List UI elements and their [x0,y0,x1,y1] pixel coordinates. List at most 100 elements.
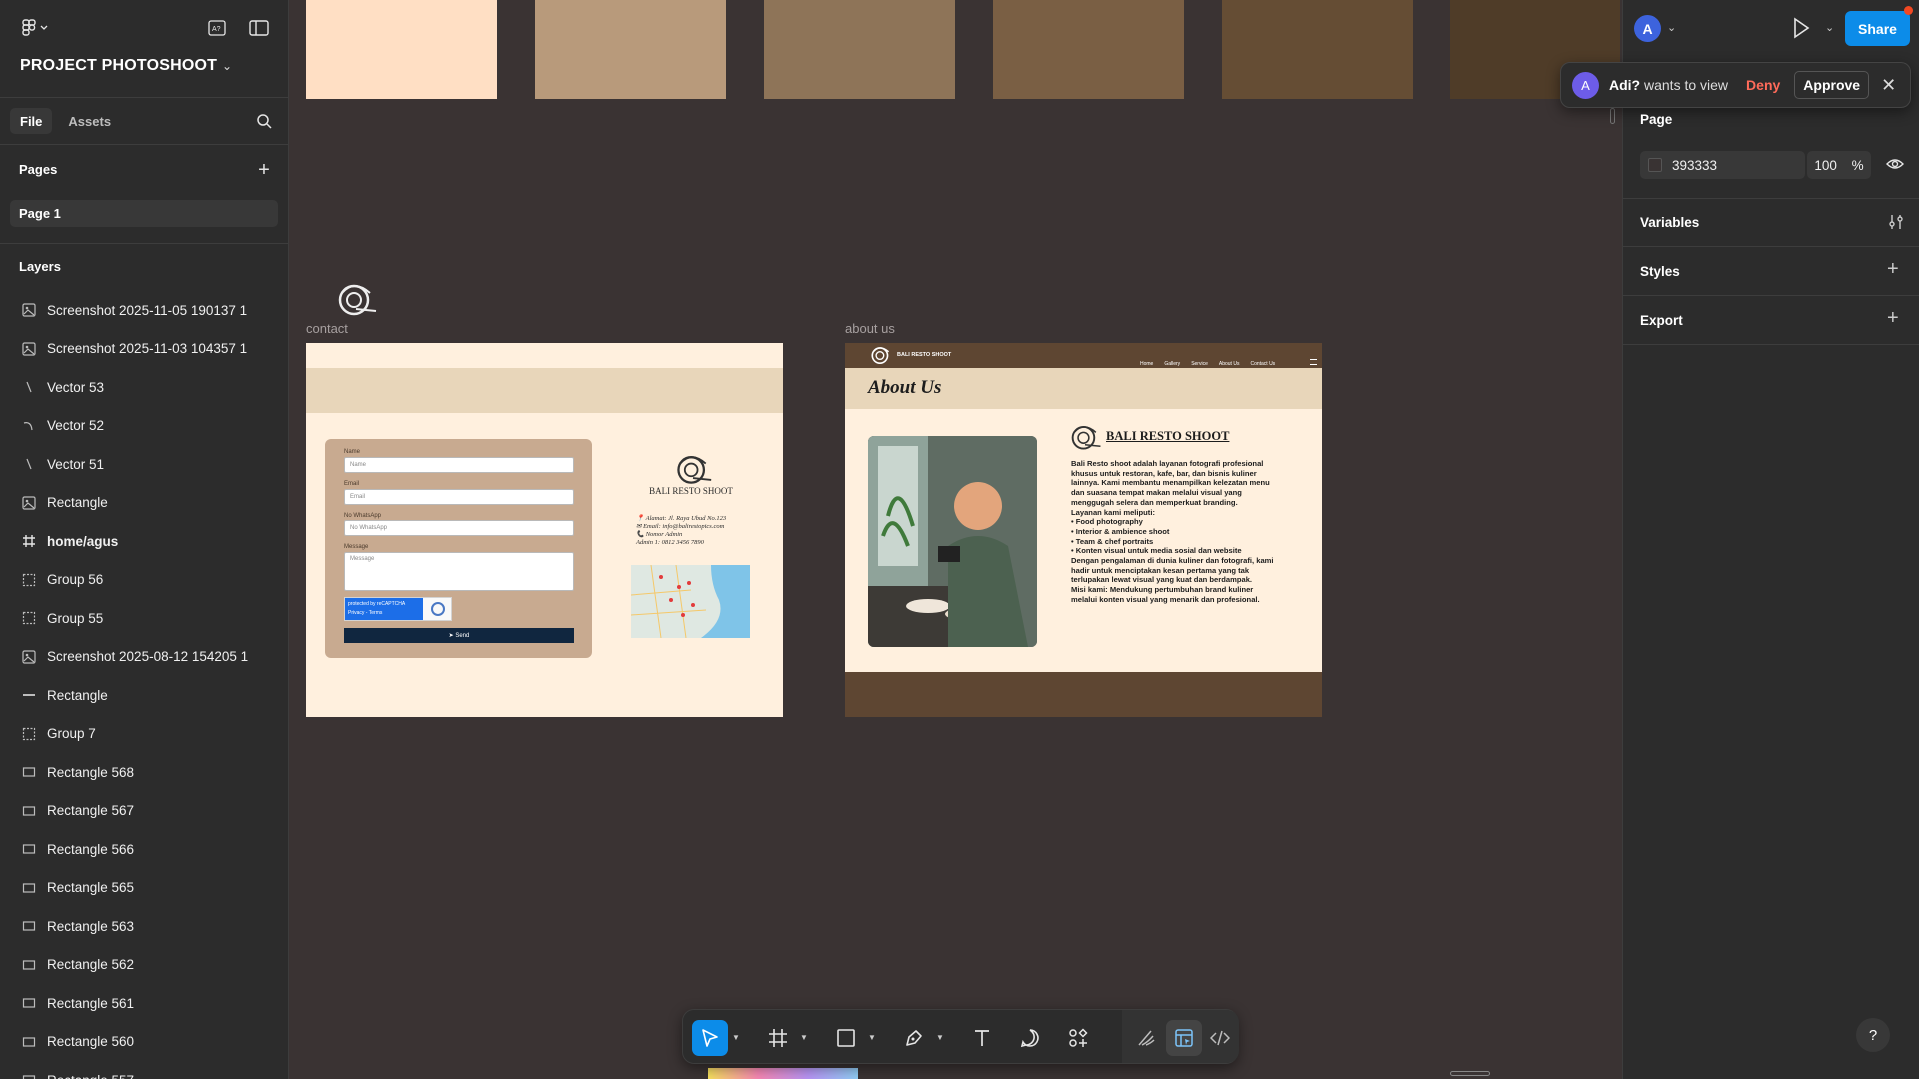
layer-item[interactable]: Rectangle 563 [0,907,288,945]
layer-item[interactable]: home/agus [0,522,288,560]
comment-tool-icon[interactable] [1012,1020,1048,1056]
frame-icon [21,533,37,549]
layer-item[interactable]: Group 7 [0,715,288,753]
layer-item[interactable]: Screenshot 2025-11-03 104357 1 [0,330,288,368]
background-hex[interactable]: 393333 [1672,158,1717,173]
opacity-value[interactable]: 100 [1814,158,1837,173]
horizontal-scrollbar[interactable] [1450,1071,1490,1076]
tab-file[interactable]: File [10,108,53,134]
layer-item[interactable]: Rectangle 562 [0,946,288,984]
search-icon[interactable] [253,110,275,132]
tab-assets[interactable]: Assets [58,108,121,134]
contact-frame[interactable]: Name Name Email Email No WhatsApp No Wha… [306,343,783,717]
add-style-icon[interactable]: + [1887,258,1899,281]
rectangle-tool-icon[interactable] [828,1020,864,1056]
color-swatch[interactable] [1648,158,1662,172]
add-export-icon[interactable]: + [1887,307,1899,330]
dev-mode-icon[interactable] [1202,1020,1238,1056]
toggle-sidebar-icon[interactable] [246,17,272,39]
layer-label: Vector 52 [47,418,105,433]
layer-item[interactable]: Rectangle 566 [0,830,288,868]
chevron-down-icon[interactable]: ⌄ [1667,21,1676,34]
rectangle-icon [21,803,37,819]
palette-swatch-1[interactable] [306,0,497,99]
layer-item[interactable]: Screenshot 2025-11-05 190137 1 [0,291,288,329]
layer-item[interactable]: Vector 51 [0,445,288,483]
layer-item[interactable]: Rectangle 560 [0,1023,288,1061]
about-line: • Team & chef portraits [1071,536,1154,546]
layer-label: Rectangle [47,687,108,703]
palette-swatch-5[interactable] [1222,0,1413,99]
layer-item[interactable]: Vector 53 [0,368,288,406]
layers-heading: Layers [19,259,61,274]
project-title[interactable]: PROJECT PHOTOSHOOT [20,57,217,75]
ai-translate-icon[interactable]: A? [205,17,229,39]
page-item-page-1[interactable]: Page 1 [10,200,278,227]
chevron-down-icon[interactable]: ▼ [732,1033,740,1042]
nav-link-about: About Us [1218,361,1240,367]
palette-swatch-2[interactable] [535,0,726,99]
palette-swatch-4[interactable] [993,0,1184,99]
layer-label: Rectangle 565 [47,880,135,895]
contact-email: ✉ Email: info@balirestopics.com [636,523,725,530]
approve-button[interactable]: Approve [1794,71,1870,99]
camera-logo-icon [869,345,893,370]
layer-item[interactable]: Rectangle [0,676,288,714]
camera-logo-icon[interactable] [334,281,378,317]
deny-button[interactable]: Deny [1746,77,1780,93]
chevron-down-icon[interactable]: ▼ [800,1033,808,1042]
help-button[interactable]: ? [1856,1018,1890,1052]
present-play-icon[interactable] [1791,17,1811,44]
chevron-down-icon[interactable]: ⌄ [1825,21,1834,34]
contact-frame-label[interactable]: contact [306,321,348,336]
vertical-scrollbar[interactable] [1610,108,1615,124]
about-frame[interactable]: BALI RESTO SHOOT Home Gallery Service Ab… [845,343,1322,717]
variables-heading[interactable]: Variables [1640,215,1699,230]
layer-item[interactable]: Group 55 [0,599,288,637]
divider [1622,295,1919,296]
export-heading[interactable]: Export [1640,313,1683,328]
avatar[interactable]: A [1634,15,1661,42]
about-line: menggugah selera dan memperkuat branding… [1071,497,1238,507]
gradient-image-peek[interactable] [708,1068,858,1079]
group-icon [21,726,37,742]
rectangle-icon [21,1072,37,1079]
layer-item[interactable]: Group 56 [0,561,288,599]
layer-label: Vector 51 [47,456,105,472]
photographer-image [868,436,1037,647]
layer-item[interactable]: Screenshot 2025-08-12 154205 1 [0,638,288,676]
layer-label: Rectangle 567 [47,803,135,818]
design-mode-icon[interactable] [1166,1020,1202,1056]
styles-heading[interactable]: Styles [1640,264,1680,279]
main-menu-icon[interactable] [18,16,54,40]
opacity-field[interactable]: 100 % [1807,151,1871,179]
chevron-down-icon[interactable]: ⌄ [222,59,232,73]
pen-tool-icon[interactable] [896,1020,932,1056]
layer-item[interactable]: Rectangle 567 [0,792,288,830]
layer-label: Rectangle 563 [47,918,135,934]
chevron-down-icon[interactable]: ▼ [868,1033,876,1042]
hamburger-icon [1310,359,1317,365]
variables-settings-icon[interactable] [1888,214,1904,235]
layer-item[interactable]: Rectangle 557 [0,1061,288,1079]
layer-item[interactable]: Vector 52 [0,407,288,445]
layer-label: Group 56 [47,572,104,587]
text-tool-icon[interactable] [964,1020,1000,1056]
add-page-icon[interactable]: + [253,159,275,181]
frame-tool-icon[interactable] [760,1020,796,1056]
palette-swatch-3[interactable] [764,0,955,99]
layer-item[interactable]: Rectangle 565 [0,869,288,907]
close-icon[interactable]: ✕ [1881,75,1896,96]
background-color-field[interactable]: 393333 [1640,151,1805,179]
actions-tool-icon[interactable] [1060,1020,1096,1056]
chevron-down-icon[interactable]: ▼ [936,1033,944,1042]
layer-item[interactable]: Rectangle [0,484,288,522]
layer-item[interactable]: Rectangle 561 [0,984,288,1022]
draw-mode-icon[interactable] [1128,1020,1164,1056]
eye-icon[interactable] [1886,157,1904,176]
contact-phone: Admin 1: 0812 3456 7890 [636,539,704,546]
share-button[interactable]: Share [1845,11,1910,46]
move-tool-icon[interactable] [692,1020,728,1056]
layer-item[interactable]: Rectangle 568 [0,753,288,791]
about-frame-label[interactable]: about us [845,321,895,336]
